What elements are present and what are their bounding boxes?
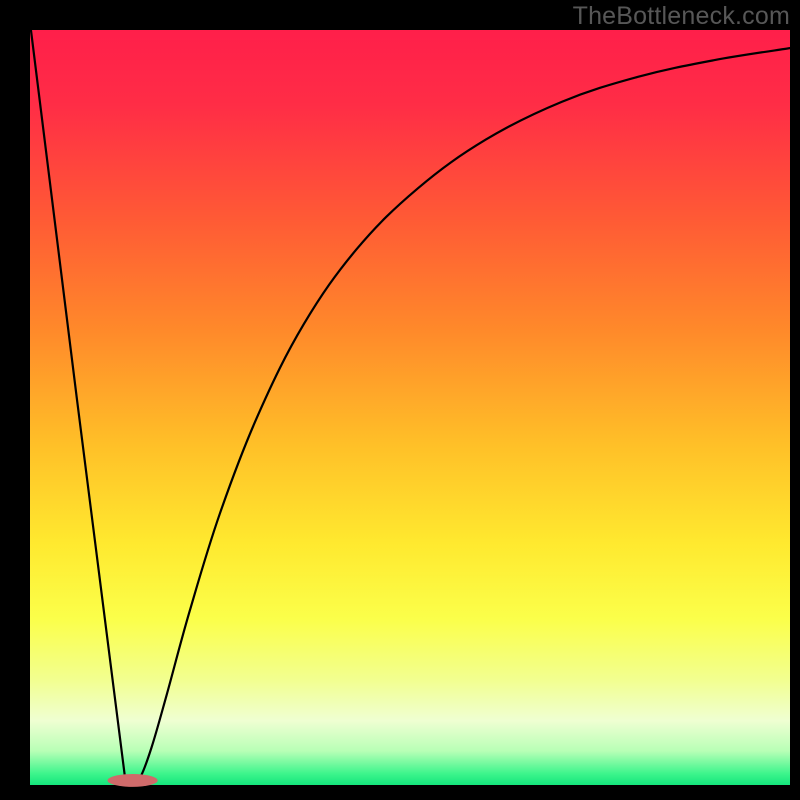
optimum-marker <box>108 774 158 787</box>
watermark-text: TheBottleneck.com <box>573 2 790 31</box>
gradient-background <box>30 30 790 785</box>
chart-frame: TheBottleneck.com <box>0 0 800 800</box>
bottleneck-chart <box>0 0 800 800</box>
